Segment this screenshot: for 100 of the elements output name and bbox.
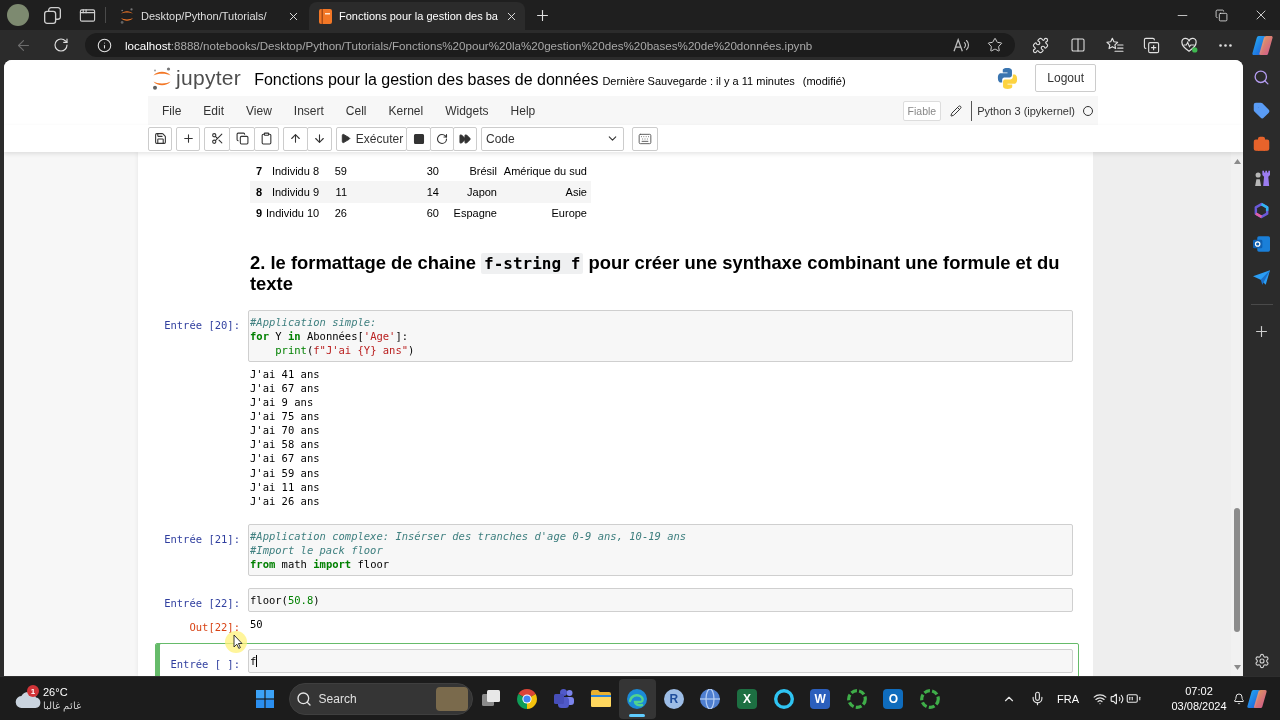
refresh-icon[interactable] — [52, 37, 69, 53]
address-bar[interactable]: localhost:8888/notebooks/Desktop/Python/Tutorials/Fonctions%20pour%20la%20gestion%20des%20bases%20de%20données.ipynb — [85, 33, 1015, 57]
table-cell: Asie — [502, 181, 591, 203]
favorite-star-icon[interactable] — [987, 37, 1003, 53]
menu-item[interactable]: Help — [499, 103, 547, 118]
interrupt-button[interactable] — [406, 126, 431, 151]
stop-icon — [412, 132, 425, 145]
table-cell: 14 — [352, 181, 445, 203]
menu-item[interactable]: Cell — [334, 103, 378, 118]
taskbar-app-button[interactable]: W — [801, 678, 839, 719]
menu-item[interactable]: Widgets — [434, 103, 500, 118]
taskbar-app-button[interactable]: R — [655, 678, 693, 719]
notebook-cell[interactable]: Entrée [22]: floor(50.8) Out[22]: 50 — [155, 581, 1079, 641]
paste-button[interactable] — [254, 126, 279, 151]
wifi-icon[interactable] — [1092, 691, 1107, 706]
notebook-cell[interactable]: Entrée [ ]: f — [155, 642, 1079, 676]
scroll-up-icon[interactable] — [1233, 158, 1241, 164]
window-icon[interactable] — [78, 6, 96, 24]
scrollbar[interactable] — [1231, 152, 1243, 676]
code-input[interactable]: floor(50.8) — [248, 587, 1073, 612]
profile-avatar[interactable] — [7, 4, 29, 26]
clock-date[interactable]: 03/08/2024 — [1171, 700, 1227, 712]
url-text: localhost:8888/notebooks/Desktop/Python/Tutorials/Fonctions%20pour%20la%20gestion%20des%20bases%20de%20données.ipynb — [125, 38, 813, 52]
tag-icon[interactable] — [1253, 102, 1270, 120]
notification-bell-icon[interactable] — [1233, 692, 1245, 705]
cut-button[interactable] — [204, 126, 230, 151]
browser-tab[interactable]: Fonctions pour la gestion des ba — [309, 2, 525, 30]
stacked-squares-icon[interactable] — [43, 6, 61, 24]
read-aloud-icon[interactable] — [953, 37, 970, 53]
browser-tab[interactable]: Desktop/Python/Tutorials/ — [110, 2, 307, 30]
cell-type-select[interactable]: Code — [481, 126, 624, 151]
split-view-icon[interactable] — [1069, 37, 1086, 53]
code-input[interactable]: #Application simple: for Y in Abonnées['Age']: print(f"J'ai {Y} ans") — [248, 309, 1073, 362]
scroll-thumb[interactable] — [1234, 508, 1240, 632]
hexagon-app-icon[interactable] — [1253, 202, 1270, 220]
output-line: J'ai 41 ans — [250, 366, 321, 381]
logout-button[interactable]: Logout — [1035, 64, 1096, 92]
menu-item[interactable]: File — [151, 103, 193, 118]
notebook-cell[interactable]: Entrée [21]: #Application complexe: Insérser des tranches d'age 0-9 ans, 10-19 ans #Import le pack floor from math import floor — [155, 517, 1079, 582]
scissors-icon — [210, 132, 224, 145]
search-icon — [295, 690, 312, 707]
cell-prompt: Entrée [20]: — [164, 318, 240, 331]
code-input[interactable]: f — [248, 648, 1073, 673]
stacked-plus-icon[interactable] — [1143, 36, 1160, 54]
slanted-bars-icon[interactable] — [1247, 688, 1267, 709]
run-all-button[interactable] — [453, 126, 477, 151]
settings-icon[interactable] — [1253, 653, 1270, 669]
restart-button[interactable] — [430, 126, 454, 151]
row-index: 7 — [250, 160, 266, 182]
table-cell: Amérique du sud — [502, 160, 591, 182]
table-cell: Individu 10 — [266, 202, 324, 224]
puzzle-icon[interactable] — [1032, 36, 1049, 54]
scroll-down-icon[interactable] — [1233, 664, 1241, 670]
letter-tile: W — [810, 688, 831, 709]
loading-ring-icon — [846, 688, 867, 709]
language-indicator[interactable]: FRA — [1051, 692, 1091, 705]
menu-item[interactable]: Insert — [282, 103, 335, 118]
briefcase-icon[interactable] — [1253, 135, 1270, 153]
taskbar-app-button[interactable]: X — [728, 678, 766, 719]
info-icon[interactable] — [97, 37, 112, 53]
cell-prompt: Entrée [ ]: — [170, 657, 240, 670]
menu-item[interactable]: View — [235, 103, 283, 118]
code-input[interactable]: #Application complexe: Insérser des tranches d'age 0-9 ans, 10-19 ans #Import le pack floor from math import floor — [248, 523, 1073, 576]
star-list-icon[interactable] — [1105, 37, 1124, 53]
clock-time[interactable]: 07:02 — [1185, 685, 1213, 697]
search-icon[interactable] — [1253, 69, 1270, 87]
taskbar-app-button[interactable]: O — [875, 678, 912, 719]
ring-tile-icon[interactable] — [1253, 236, 1270, 253]
trusted-button[interactable]: Fiable — [902, 100, 942, 121]
move-down-button[interactable] — [307, 126, 332, 151]
menu-item[interactable]: Edit — [192, 103, 236, 118]
weather-cloud-icon — [15, 689, 41, 708]
save-status: Dernière Sauvegarde : il y a 11 minutes — [602, 75, 795, 87]
move-up-button[interactable] — [283, 126, 308, 151]
slanted-bars-icon[interactable] — [1252, 34, 1273, 56]
paper-plane-icon[interactable] — [1253, 269, 1270, 285]
copy-icon — [235, 132, 249, 145]
chess-pieces-icon[interactable] — [1253, 169, 1270, 187]
output-line: J'ai 75 ans — [250, 409, 321, 424]
insert-cell-button[interactable] — [176, 126, 200, 151]
run-button[interactable]: Exécuter — [336, 126, 407, 151]
battery-icon[interactable] — [1126, 691, 1141, 706]
menu-item[interactable]: Kernel — [377, 103, 435, 118]
microphone-icon[interactable] — [1029, 691, 1045, 706]
restore-icon[interactable] — [1215, 8, 1228, 22]
copy-button[interactable] — [229, 126, 255, 151]
code-line: from math import floor — [250, 556, 391, 571]
notebook-title[interactable]: Fonctions pour la gestion des bases de données — [254, 71, 599, 89]
table-cell: Individu 8 — [266, 160, 324, 182]
plus-icon — [181, 132, 195, 145]
letter-tile: R — [663, 688, 684, 709]
save-button[interactable] — [148, 126, 172, 151]
save-icon — [153, 132, 167, 145]
speaker-icon[interactable] — [1109, 691, 1124, 706]
taskbar-app-button[interactable] — [618, 678, 656, 719]
keyboard-shortcuts-button[interactable] — [632, 126, 658, 151]
taskbar-search-field[interactable]: Search — [288, 682, 473, 715]
temperature: 26°C — [43, 686, 69, 698]
letter-tile: O — [883, 688, 904, 709]
heart-pulse-icon[interactable] — [1179, 37, 1198, 53]
